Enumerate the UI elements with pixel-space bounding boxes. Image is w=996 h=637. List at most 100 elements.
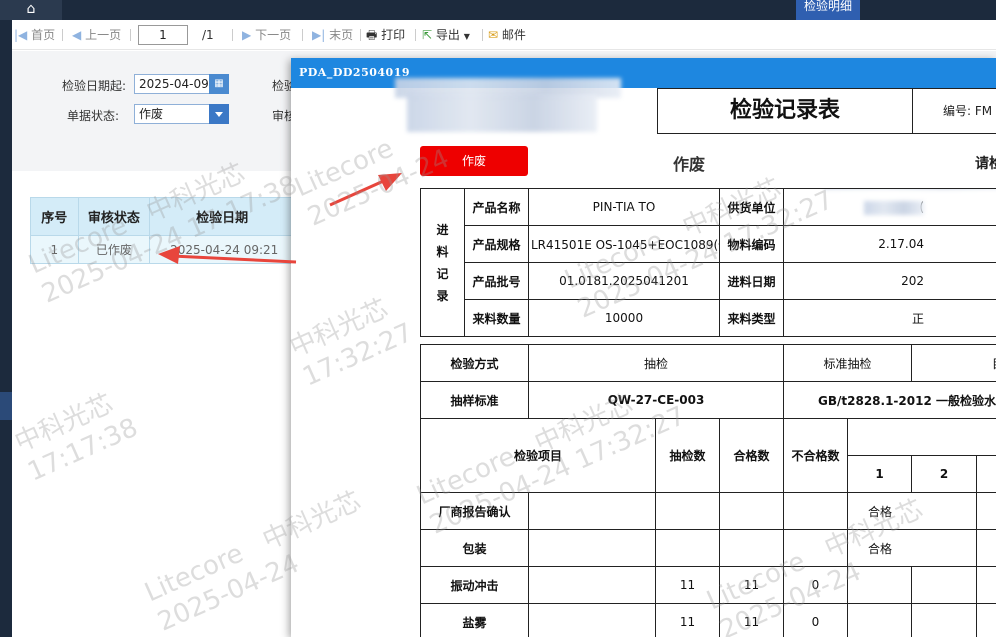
sidebar-active-item[interactable] <box>0 392 12 420</box>
item-header: 检验项目 <box>420 418 656 493</box>
table-row: 振动冲击 11 11 0 <box>420 566 996 604</box>
item-fail <box>783 529 848 567</box>
item-fail <box>783 492 848 530</box>
document-number: 编号: FM <box>913 88 996 134</box>
item-cell <box>846 603 913 637</box>
sample-col-2: 2 <box>911 455 978 493</box>
redacted-area <box>864 201 924 215</box>
item-pass <box>719 529 784 567</box>
page-number-input[interactable]: 1 <box>138 25 188 45</box>
row-label: 物料编码 <box>719 225 784 263</box>
home-button[interactable]: ⌂ <box>0 0 62 20</box>
col-header-status[interactable]: 审核状态 <box>77 197 151 236</box>
item-cell <box>976 529 996 567</box>
divider <box>482 29 483 41</box>
row-value: 2.17.04 <box>783 225 996 263</box>
sample-col-1: 1 <box>846 455 913 493</box>
prev-page-icon: ◀ <box>72 28 82 42</box>
row-value: LR41501E OS-1045+EOC1089(代工) <box>528 225 720 263</box>
divider <box>232 29 233 41</box>
standard-sampling: 标准抽检 <box>782 344 913 382</box>
row-value: PIN-TIA TO <box>528 188 720 226</box>
item-result: 合格 <box>846 529 978 567</box>
prev-page-button[interactable]: ◀ 上一页 <box>72 27 121 43</box>
dropdown-arrow-icon: ▼ <box>463 32 470 41</box>
date-from-label: 检验日期起: <box>62 79 127 93</box>
result-grid: 序号 审核状态 检验日期 1 已作废 2025-04-24 09:21 <box>30 197 292 264</box>
item-result: 合格 <box>846 492 978 530</box>
sample-col-3 <box>976 455 996 493</box>
divider <box>302 29 303 41</box>
row-label: 供货单位 <box>719 188 784 226</box>
method-label: 检验方式 <box>420 344 529 382</box>
last-page-button[interactable]: ▶| 末页 <box>312 27 353 43</box>
calendar-icon[interactable]: ▦ <box>209 74 229 94</box>
item-cell <box>976 603 996 637</box>
fail-header: 不合格数 <box>783 418 848 493</box>
item-cell <box>976 566 996 604</box>
sample-header: 抽检数 <box>655 418 720 493</box>
first-page-button[interactable]: |◀ 首页 <box>14 27 55 43</box>
item-sample <box>655 492 720 530</box>
item-cell <box>911 566 978 604</box>
item-name: 振动冲击 <box>420 566 529 604</box>
col-header-date[interactable]: 检验日期 <box>149 197 292 236</box>
status-label: 单据状态: <box>67 109 120 123</box>
item-sample: 11 <box>655 603 720 637</box>
status-select[interactable]: 作废 <box>134 104 229 124</box>
divider <box>62 29 63 41</box>
table-row: 厂商报告确认 合格 <box>420 492 996 530</box>
row-label: 产品批号 <box>464 262 529 300</box>
item-sample <box>655 529 720 567</box>
mail-button[interactable]: ✉ 邮件 <box>488 27 526 43</box>
method-value: 抽检 <box>528 344 784 382</box>
sampling-standard-label: 抽样标准 <box>420 381 529 419</box>
item-cell <box>528 492 656 530</box>
tab-inspection-detail[interactable]: 检验明细 <box>796 0 860 20</box>
document-title: 检验记录表 <box>657 88 913 134</box>
col-header-no[interactable]: 序号 <box>30 197 79 236</box>
left-sidebar <box>0 20 12 637</box>
export-button[interactable]: ⇱ 导出 ▼ <box>422 27 470 43</box>
pager-toolbar: |◀ 首页 ◀ 上一页 1 /1 ▶ 下一页 ▶| 末页 🖶 打印 ⇱ 导出 ▼… <box>12 20 996 50</box>
table-row: 盐雾 11 11 0 <box>420 603 996 637</box>
row-label: 来料类型 <box>719 299 784 337</box>
item-pass: 11 <box>719 566 784 604</box>
item-fail: 0 <box>783 566 848 604</box>
print-button[interactable]: 🖶 打印 <box>366 27 405 43</box>
incoming-section-label: 进 料 记 录 <box>420 188 465 337</box>
item-name: 包装 <box>420 529 529 567</box>
item-pass: 11 <box>719 603 784 637</box>
cell-status: 已作废 <box>77 235 151 264</box>
table-row[interactable]: 1 已作废 2025-04-24 09:21 <box>30 235 292 264</box>
item-name: 厂商报告确认 <box>420 492 529 530</box>
self-check: 目检核对 <box>911 344 996 382</box>
cell-date: 2025-04-24 09:21 <box>149 235 292 264</box>
item-sample: 11 <box>655 566 720 604</box>
divider <box>130 29 131 41</box>
first-page-icon: |◀ <box>14 28 28 42</box>
inspection-record-dialog: PDA_DD2504019 检验记录表 编号: FM 作废 作废 请检 进 料 … <box>291 58 996 637</box>
mail-icon: ✉ <box>488 28 499 42</box>
cell-no: 1 <box>30 235 79 264</box>
row-value: 10000 <box>528 299 720 337</box>
row-label: 产品规格 <box>464 225 529 263</box>
row-value: 01.0181.2025041201 <box>528 262 720 300</box>
inspection-table: 检验方式 抽检 标准抽检 目检核对 抽样标准 QW-27-CE-003 GB/t… <box>420 344 996 637</box>
redacted-area <box>824 189 996 190</box>
incoming-record-table: 进 料 记 录 产品名称 PIN-TIA TO 供货单位 ( 产品规格 LR41… <box>420 188 996 337</box>
request-label: 请检 <box>975 156 996 172</box>
page-total: /1 <box>202 28 214 42</box>
item-cell <box>976 492 996 530</box>
date-from-input[interactable]: 2025-04-09 ▦ <box>134 74 229 94</box>
item-pass <box>719 492 784 530</box>
sampling-standard-code: QW-27-CE-003 <box>528 381 784 419</box>
row-value: 202 <box>783 262 996 300</box>
divider <box>360 29 361 41</box>
sampling-standard-gb: GB/t2828.1-2012 一般检验水平Ⅱ (外观 <box>782 381 996 419</box>
next-page-button[interactable]: ▶ 下一页 <box>242 27 291 43</box>
item-name: 盐雾 <box>420 603 529 637</box>
chevron-down-icon[interactable] <box>209 104 229 124</box>
row-value: 正 <box>783 299 996 337</box>
home-icon: ⌂ <box>26 1 36 17</box>
